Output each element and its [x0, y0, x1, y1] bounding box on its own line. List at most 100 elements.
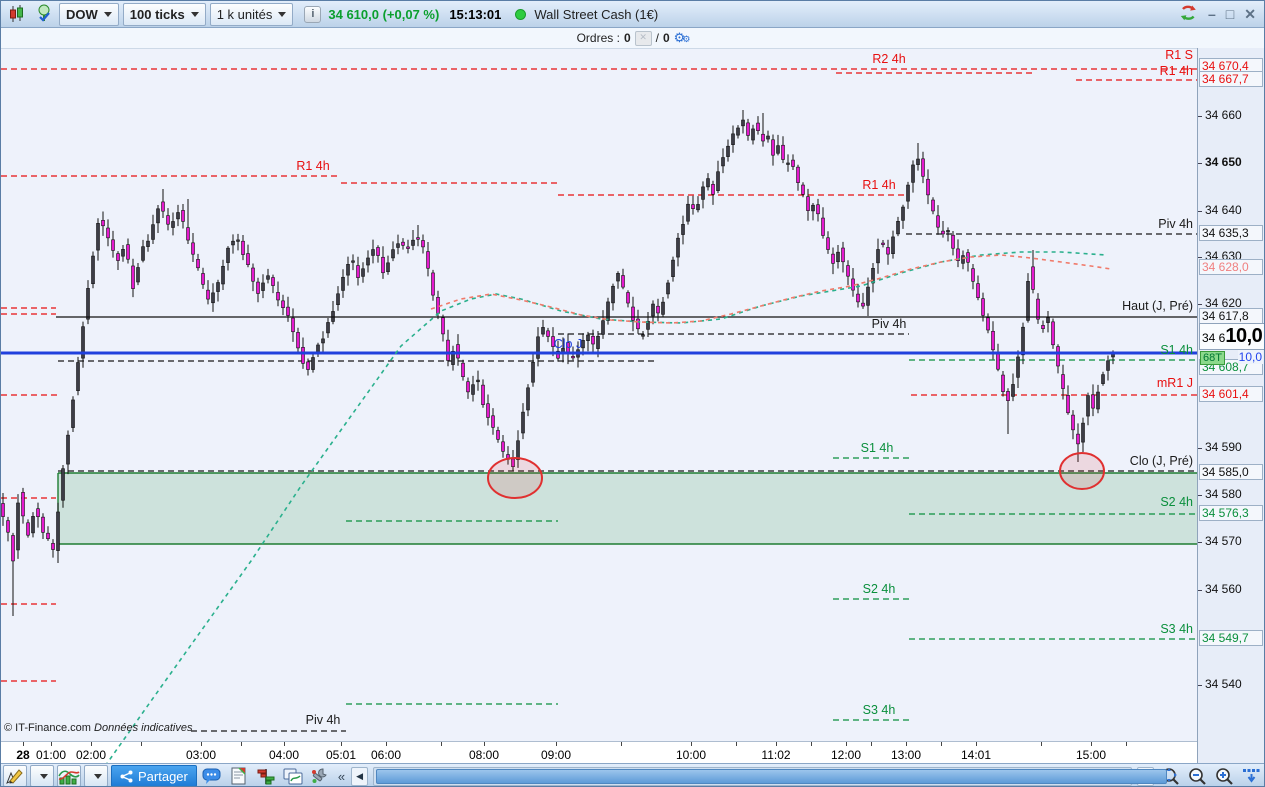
time-tick-mark: [941, 742, 942, 746]
share-label: Partager: [138, 768, 188, 784]
orders-settings-gear-icon[interactable]: ⚙⚙: [674, 31, 691, 46]
time-tick-mark: [871, 742, 872, 746]
time-tick-mark: [91, 742, 92, 746]
time-tick-mark: [241, 742, 242, 746]
level-label: S1 4h: [1160, 343, 1193, 357]
level-label: mR1 J: [1157, 376, 1193, 390]
level-label: Piv 4h: [306, 713, 341, 727]
zoom-in-button[interactable]: [1213, 765, 1237, 786]
price-tick-label: 34 580: [1205, 487, 1242, 501]
price-axis[interactable]: 34 660 34 650 34 640 34 630 34 620 34 590 34 5…: [1197, 48, 1264, 763]
current-price-box: 34 610,0: [1199, 323, 1264, 350]
candlestick-chart: R2 4h R1 S R1 4h R1 4h R1 4h Piv 4h Haut (J, P…: [1, 48, 1197, 763]
time-tick-label: 28: [16, 748, 30, 762]
level-label: R1 4h: [1160, 64, 1193, 78]
share-button[interactable]: Partager: [111, 765, 197, 786]
resolution-dropdown[interactable]: 100 ticks: [122, 2, 206, 26]
time-tick-label: 08:00: [468, 748, 500, 762]
orders-bar: Ordres : 0 ✕ / 0 ⚙⚙: [1, 28, 1264, 49]
chat-button[interactable]: [200, 765, 224, 786]
time-tick-label: 04:00: [268, 748, 300, 762]
time-tick-mark: [736, 742, 737, 746]
time-tick-mark: [621, 742, 622, 746]
time-tick-mark: [484, 742, 485, 746]
time-tick-mark: [976, 742, 977, 746]
chevron-down-icon: [103, 11, 112, 17]
price-tick-mark: [1198, 542, 1202, 543]
news-button[interactable]: [227, 765, 251, 786]
units-dropdown[interactable]: 1 k unités: [209, 2, 294, 26]
bottom-toolbar: Partager « ◀ ▶: [1, 763, 1264, 786]
chevron-down-icon: [278, 11, 287, 17]
highlight-ellipse: [487, 457, 543, 499]
orderbook-button[interactable]: [254, 765, 278, 786]
position-pin-icon[interactable]: [33, 3, 55, 26]
time-tick-label: 03:00: [185, 748, 217, 762]
level-label: S3 4h: [863, 703, 896, 717]
time-axis[interactable]: 28 01:00 02:00 03:00 04:00 05:01 06:00 08:00 09:…: [1, 741, 1197, 764]
draw-tool-button[interactable]: [3, 765, 27, 786]
price-level-box: 34 617,8: [1199, 308, 1263, 324]
orders-open-count: 0: [623, 31, 631, 45]
price-tick-label: 34 560: [1205, 582, 1242, 596]
market-open-dot-icon: [515, 8, 527, 20]
price-tick-label: 34 540: [1205, 677, 1242, 691]
price-level-box: 34 585,0: [1199, 464, 1263, 480]
indicators-button[interactable]: [57, 765, 81, 786]
time-tick-label: 09:00: [540, 748, 572, 762]
orders-label: Ordres :: [576, 31, 620, 45]
price-tick-mark: [1198, 304, 1202, 305]
orders-disabled-icon: ✕: [634, 30, 652, 46]
level-label: Piv 4h: [872, 317, 907, 331]
level-label: Clo (J, Pré): [1130, 454, 1193, 468]
chevron-down-icon: [190, 11, 199, 17]
level-label: Piv 4h: [1158, 217, 1193, 231]
top-toolbar: DOW 100 ticks 1 k unités i 34 610,0 (+0,…: [1, 1, 1264, 28]
maximize-button[interactable]: □: [1226, 6, 1234, 22]
draw-tool-dropdown[interactable]: [30, 765, 54, 786]
level-label: Haut (J, Pré): [1122, 299, 1193, 313]
trading-app-window: DOW 100 ticks 1 k unités i 34 610,0 (+0,…: [0, 0, 1265, 787]
panel-toggle-button[interactable]: [1240, 765, 1264, 786]
time-tick-mark: [201, 742, 202, 746]
time-tick-label: 06:00: [370, 748, 402, 762]
time-tick-mark: [1091, 742, 1092, 746]
time-tick-mark: [846, 742, 847, 746]
level-label: Clo J: [554, 337, 582, 351]
price-tick-label: 34 570: [1205, 534, 1242, 548]
scroll-left-button[interactable]: ◀: [351, 766, 369, 786]
candlestick-chart-icon[interactable]: [5, 3, 29, 26]
chart-scrollbar[interactable]: [373, 766, 1168, 786]
chart-plot-area[interactable]: 28 01:00 02:00 03:00 04:00 05:01 06:00 08:00 09:…: [1, 48, 1197, 764]
time-tick-mark: [1041, 742, 1042, 746]
info-icon[interactable]: i: [301, 3, 324, 26]
scrollbar-thumb[interactable]: [376, 768, 1168, 784]
price-tick-mark: [1198, 257, 1202, 258]
time-tick-mark: [51, 742, 52, 746]
zoom-out-button[interactable]: [1186, 765, 1210, 786]
highlight-ellipse: [1059, 452, 1105, 490]
price-tick-label: 34 590: [1205, 440, 1242, 454]
share-icon: [120, 770, 133, 782]
workspace-windows-button[interactable]: [281, 765, 305, 786]
time-tick-mark: [811, 742, 812, 746]
last-price: 34 610,0 (+0,07 %): [328, 6, 440, 22]
close-button[interactable]: ✕: [1244, 6, 1256, 23]
price-tick-label: 34 650: [1205, 155, 1242, 169]
tools-wrench-button[interactable]: [308, 765, 332, 786]
price-tick-mark: [1198, 116, 1202, 117]
chart-copyright: © IT-Finance.com Données indicatives: [4, 722, 193, 734]
toolbar-collapse-button[interactable]: «: [335, 769, 348, 784]
level-label: R1 4h: [862, 178, 895, 192]
level-label: S1 4h: [861, 441, 894, 455]
units-label: 1 k unités: [216, 6, 273, 22]
level-label: R1 S: [1165, 48, 1193, 62]
sync-icon[interactable]: [1179, 4, 1198, 25]
tick-count-badge: 68T: [1200, 351, 1225, 365]
level-label: S2 4h: [863, 582, 896, 596]
price-tick-mark: [1198, 211, 1202, 212]
symbol-dropdown[interactable]: DOW: [59, 2, 119, 26]
time-tick-mark: [386, 742, 387, 746]
indicators-dropdown[interactable]: [84, 765, 108, 786]
minimize-button[interactable]: –: [1208, 6, 1216, 22]
